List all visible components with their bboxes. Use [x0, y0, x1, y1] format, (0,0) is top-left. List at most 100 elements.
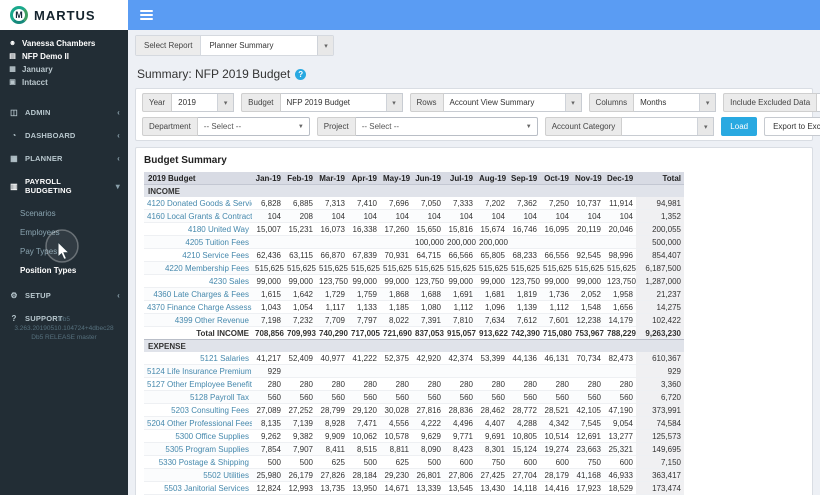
rows-select[interactable]: Account View Summary ▾: [443, 93, 582, 112]
value-cell: 280: [508, 377, 540, 391]
value-cell: 1,642: [284, 287, 316, 301]
value-cell: 99,000: [444, 274, 476, 288]
table-row: Total INCOME 708,856 709,993 740,290 717,005…: [144, 326, 684, 340]
account-link[interactable]: 5124 Life Insurance Premium: [147, 367, 252, 376]
value-cell: 280: [476, 377, 508, 391]
account-link[interactable]: 5128 Payroll Tax: [190, 393, 249, 402]
sidebar-item-employees[interactable]: Employees: [0, 223, 128, 242]
value-cell: 99,000: [380, 274, 412, 288]
column-header-budget: 2019 Budget: [144, 172, 252, 185]
account-link[interactable]: 4230 Sales: [209, 277, 249, 286]
account-link[interactable]: 5330 Postage & Shipping: [159, 458, 249, 467]
table-row: 5502 Utilities 25,980 26,179 27,826 28,184 29…: [144, 468, 684, 482]
value-cell: 1,958: [604, 287, 636, 301]
logo[interactable]: M MARTUS: [0, 0, 128, 30]
value-cell: 610,367: [636, 352, 684, 365]
sidebar-item-pay-types[interactable]: Pay Types: [0, 242, 128, 261]
row-label-cell: 5503 Janitorial Services: [144, 481, 252, 495]
sidebar-item-payroll-budgeting[interactable]: ▥ PAYROLL BUDGETING ▾: [0, 170, 128, 202]
value-cell: [316, 364, 348, 378]
project-select[interactable]: -- Select -- ▼: [355, 117, 538, 136]
sidebar-item-scenarios[interactable]: Scenarios: [0, 204, 128, 223]
value-cell: 7,050: [412, 197, 444, 210]
value-cell: [316, 235, 348, 249]
value-cell: 12,238: [572, 313, 604, 327]
account-link[interactable]: 5203 Consulting Fees: [171, 406, 249, 415]
value-cell: 10,578: [380, 429, 412, 443]
value-cell: [348, 235, 380, 249]
report-selector: Select Report Planner Summary ▾: [135, 35, 335, 56]
value-cell: 8,090: [412, 442, 444, 456]
row-label-cell: 5204 Other Professional Fees: [144, 416, 252, 430]
sidebar-item-position-types[interactable]: Position Types: [0, 261, 128, 280]
row-label-cell: 5203 Consulting Fees: [144, 403, 252, 417]
account-link[interactable]: 5204 Other Professional Fees: [147, 419, 252, 428]
account-link[interactable]: 4360 Late Charges & Fees: [153, 290, 249, 299]
row-label-cell: 5124 Life Insurance Premium: [144, 364, 252, 378]
department-select[interactable]: -- Select -- ▼: [197, 117, 310, 136]
value-cell: 7,612: [508, 313, 540, 327]
value-cell: 1,681: [476, 287, 508, 301]
table-row: 4160 Local Grants & Contracts 104 208 104 10…: [144, 209, 684, 223]
account-link[interactable]: 5300 Office Supplies: [175, 432, 249, 441]
help-icon[interactable]: ?: [295, 68, 307, 80]
sidebar-item-dashboard[interactable]: ◔ DASHBOARD ‹: [0, 124, 128, 147]
value-cell: 15,650: [412, 222, 444, 236]
value-cell: 742,390: [508, 326, 540, 340]
account-link[interactable]: 4399 Other Revenue: [175, 316, 249, 325]
account-link[interactable]: 5305 Program Supplies: [165, 445, 249, 454]
row-label-cell: 4360 Late Charges & Fees: [144, 287, 252, 301]
value-cell: [540, 235, 572, 249]
account-link[interactable]: 4220 Membership Fees: [165, 264, 249, 273]
account-link[interactable]: 5127 Other Employee Benefits: [147, 380, 252, 389]
report-select[interactable]: Planner Summary ▾: [201, 36, 334, 55]
export-to-excel-button[interactable]: Export to Excel: [764, 117, 820, 136]
account-link[interactable]: 4180 United Way: [188, 225, 249, 234]
value-cell: 94,981: [636, 197, 684, 210]
account-link[interactable]: 4160 Local Grants & Contracts: [147, 212, 252, 221]
account-link[interactable]: 4210 Service Fees: [182, 251, 249, 260]
row-label-cell: 4399 Other Revenue: [144, 313, 252, 327]
value-cell: 280: [412, 377, 444, 391]
table-row: 5330 Postage & Shipping 500 500 625 500 625 50…: [144, 455, 684, 469]
value-cell: 929: [252, 364, 284, 378]
value-cell: 1,112: [444, 300, 476, 314]
value-cell: [380, 364, 412, 378]
hamburger-menu-icon[interactable]: [140, 10, 153, 20]
value-cell: 12,691: [572, 429, 604, 443]
account-link[interactable]: 4205 Tuition Fees: [185, 238, 249, 247]
logo-text: MARTUS: [34, 7, 96, 23]
column-header: Dec-19: [604, 172, 636, 185]
value-cell: 66,556: [540, 248, 572, 262]
value-cell: 560: [540, 390, 572, 404]
value-cell: 27,425: [476, 468, 508, 482]
value-cell: 28,179: [540, 468, 572, 482]
account-link[interactable]: 5502 Utilities: [203, 471, 249, 480]
columns-select[interactable]: Months ▾: [634, 93, 717, 112]
table-row: INCOME: [144, 184, 684, 197]
year-select[interactable]: 2019 ▾: [172, 93, 235, 112]
value-cell: 560: [284, 390, 316, 404]
sidebar-item-admin[interactable]: ◫ ADMIN ‹: [0, 101, 128, 124]
value-cell: 12,993: [284, 481, 316, 495]
page-title-row: Summary: NFP 2019 Budget ?: [137, 67, 813, 81]
value-cell: 7,250: [540, 197, 572, 210]
budget-select[interactable]: NFP 2019 Budget ▾: [280, 93, 403, 112]
account-link[interactable]: 4370 Finance Charge Assessments: [147, 303, 252, 312]
account-link[interactable]: 4120 Donated Goods & Services: [147, 199, 252, 208]
payroll-submenu: Scenarios Employees Pay Types Position T…: [0, 202, 128, 284]
sidebar-item-planner[interactable]: ▦ PLANNER ‹: [0, 147, 128, 170]
sidebar-item-setup[interactable]: ⚙ SETUP ‹: [0, 284, 128, 307]
account-category-select[interactable]: ▾: [622, 117, 715, 136]
columns-label: Columns: [588, 93, 635, 112]
account-link[interactable]: 5121 Salaries: [200, 354, 249, 363]
account-link[interactable]: 5503 Janitorial Services: [164, 484, 249, 493]
value-cell: 26,801: [412, 468, 444, 482]
value-cell: 7,139: [284, 416, 316, 430]
value-cell: 4,407: [476, 416, 508, 430]
value-cell: 98,996: [604, 248, 636, 262]
value-cell: 8,301: [476, 442, 508, 456]
value-cell: 42,920: [412, 352, 444, 365]
value-cell: 1,117: [316, 300, 348, 314]
load-button[interactable]: Load: [721, 117, 758, 136]
